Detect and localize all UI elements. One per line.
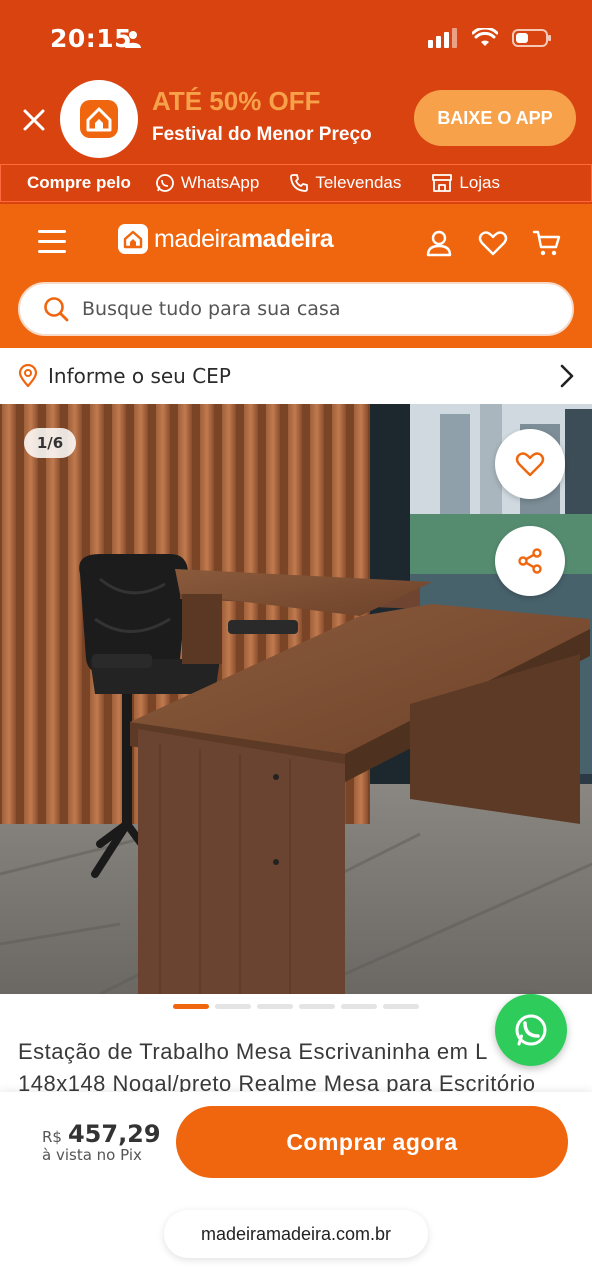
brand-name: madeiramadeira <box>154 224 334 253</box>
product-photo <box>0 404 592 994</box>
promo-subtitle: Festival do Menor Preço <box>152 124 372 145</box>
person-icon <box>125 31 141 48</box>
account-icon[interactable] <box>424 228 454 258</box>
battery-icon <box>512 29 551 47</box>
favorite-button[interactable] <box>495 429 565 499</box>
status-bar: 20:15 <box>0 0 592 80</box>
product-image-gallery[interactable]: 1/6 <box>0 404 592 994</box>
contact-whatsapp-label: WhatsApp <box>180 173 260 192</box>
download-app-button[interactable]: BAIXE O APP <box>414 90 576 146</box>
signal-icon <box>428 28 457 48</box>
app-logo-icon <box>60 80 138 158</box>
pagination-dot[interactable] <box>341 1004 377 1009</box>
share-button[interactable] <box>495 526 565 596</box>
contact-televendas[interactable]: Televendas <box>289 173 401 193</box>
whatsapp-chat-button[interactable] <box>495 994 567 1066</box>
whatsapp-icon <box>515 1014 547 1046</box>
menu-icon[interactable] <box>38 230 66 254</box>
pagination-dot[interactable] <box>215 1004 251 1009</box>
share-icon <box>518 548 542 574</box>
price: R$ 457,29 <box>42 1120 161 1148</box>
pagination-dot[interactable] <box>173 1004 209 1009</box>
whatsapp-icon <box>156 174 174 192</box>
status-indicators <box>428 28 552 48</box>
search-bar[interactable] <box>18 282 574 336</box>
pagination-dot[interactable] <box>257 1004 293 1009</box>
price-note: à vista no Pix <box>42 1146 142 1164</box>
promo-title: ATÉ 50% OFF <box>152 86 321 116</box>
price-value: 457,29 <box>67 1120 161 1148</box>
chevron-right-icon <box>560 364 574 388</box>
brand-logo[interactable]: madeiramadeira <box>118 224 334 254</box>
location-pin-icon <box>18 364 38 388</box>
contact-label: Compre pelo <box>27 173 131 192</box>
site-header: madeiramadeira <box>0 204 592 348</box>
cep-label: Informe o seu CEP <box>48 364 231 388</box>
cep-row[interactable]: Informe o seu CEP <box>0 348 592 404</box>
wishlist-heart-icon[interactable] <box>478 228 508 258</box>
contact-lojas[interactable]: Lojas <box>431 173 500 193</box>
buy-now-button[interactable]: Comprar agora <box>176 1106 568 1178</box>
pagination-dot[interactable] <box>299 1004 335 1009</box>
phone-icon <box>290 174 309 192</box>
cart-icon[interactable] <box>532 228 562 258</box>
search-input[interactable] <box>82 298 542 320</box>
header-actions <box>424 228 562 258</box>
wifi-icon <box>472 28 498 46</box>
contact-bar: Compre pelo WhatsApp Televendas Lojas <box>0 164 592 202</box>
contact-lojas-label: Lojas <box>459 173 500 192</box>
app-promo-banner: ATÉ 50% OFF Festival do Menor Preço BAIX… <box>0 78 592 160</box>
browser-url-bar[interactable]: madeiramadeira.com.br <box>164 1210 428 1258</box>
brand-house-icon <box>118 224 148 254</box>
product-title: Estação de Trabalho Mesa Escrivaninha em… <box>18 1039 536 1096</box>
contact-whatsapp[interactable]: WhatsApp <box>155 173 259 193</box>
store-icon <box>432 174 453 192</box>
close-icon[interactable] <box>20 106 48 134</box>
status-time: 20:15 <box>50 24 133 53</box>
search-icon <box>44 297 69 322</box>
price-currency: R$ <box>42 1128 62 1146</box>
heart-icon <box>515 452 545 477</box>
image-counter: 1/6 <box>24 428 76 458</box>
pagination-dot[interactable] <box>383 1004 419 1009</box>
contact-televendas-label: Televendas <box>315 173 402 192</box>
